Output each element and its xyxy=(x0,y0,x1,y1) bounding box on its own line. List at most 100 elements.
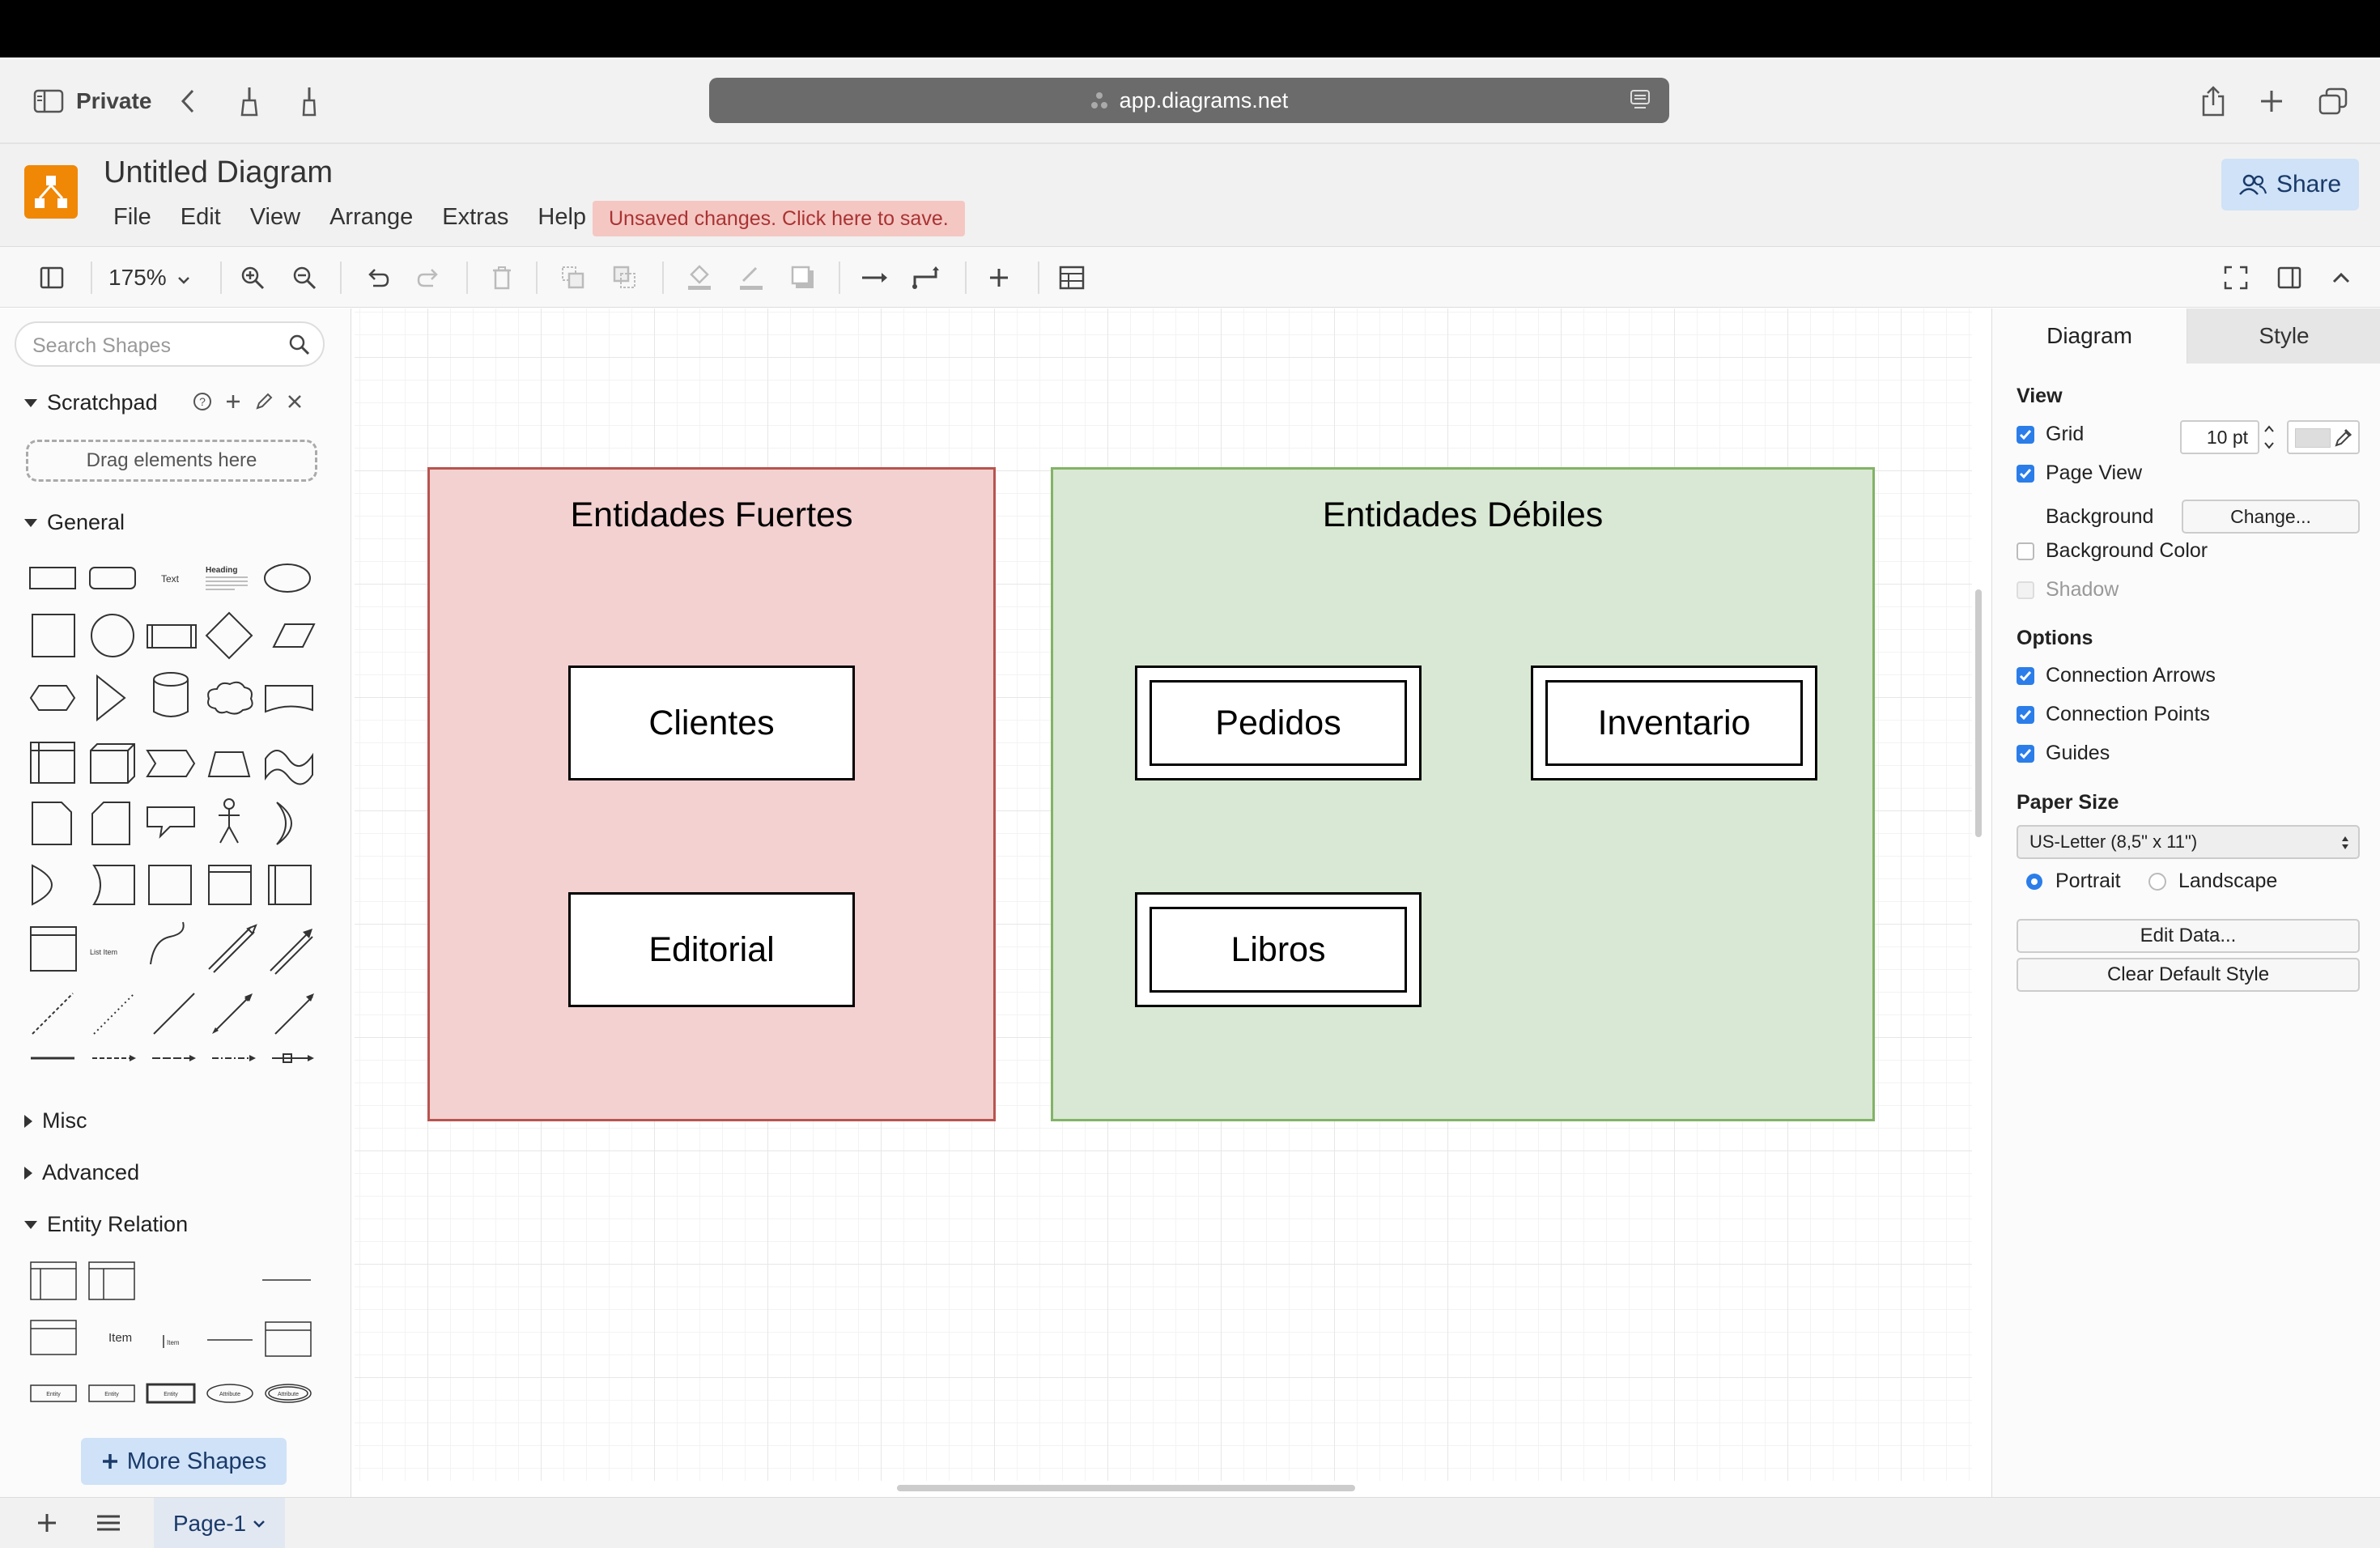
redo-icon[interactable] xyxy=(411,260,447,296)
menu-view[interactable]: View xyxy=(250,204,300,231)
zoom-in-icon[interactable] xyxy=(235,260,270,296)
general-section-header[interactable]: General xyxy=(24,510,125,535)
zoom-out-icon[interactable] xyxy=(287,260,322,296)
page-tab-label: Page-1 xyxy=(172,1510,247,1536)
address-bar[interactable]: app.diagrams.net xyxy=(709,78,1669,123)
format-panel-toggle-icon[interactable] xyxy=(34,260,70,296)
to-front-icon[interactable] xyxy=(555,260,591,296)
drawio-logo-icon[interactable] xyxy=(24,165,78,219)
shadow-icon[interactable] xyxy=(785,260,821,296)
tab-style[interactable]: Style xyxy=(2187,308,2380,364)
diagram-canvas[interactable]: Entidades Fuertes Clientes Editorial Ent… xyxy=(355,308,1972,1481)
grid-size-stepper[interactable] xyxy=(2263,420,2276,454)
weak-entities-container[interactable]: Entidades Débiles Pedidos Inventario Lib… xyxy=(1051,467,1875,1121)
grid-checkbox[interactable]: Grid xyxy=(2017,423,2084,446)
advanced-section-header[interactable]: Advanced xyxy=(24,1160,139,1185)
change-background-button[interactable]: Change... xyxy=(2182,500,2360,534)
entity-relation-title: Entity Relation xyxy=(47,1212,189,1236)
add-icon[interactable] xyxy=(223,392,243,411)
menu-edit[interactable]: Edit xyxy=(181,204,221,231)
item-shape-label: Item xyxy=(108,1331,132,1345)
edit-pencil-icon[interactable] xyxy=(254,392,274,411)
attribute-shape-label: Attribute xyxy=(278,1392,299,1397)
menu-help[interactable]: Help xyxy=(538,204,586,231)
broom-icon-2[interactable] xyxy=(290,82,329,121)
menu-arrange[interactable]: Arrange xyxy=(329,204,413,231)
insert-plus-icon[interactable] xyxy=(981,260,1017,296)
background-color-checkbox[interactable]: Background Color xyxy=(2017,539,2208,563)
collapse-up-icon[interactable] xyxy=(2323,260,2359,296)
delete-icon[interactable] xyxy=(484,260,520,296)
guides-checkbox[interactable]: Guides xyxy=(2017,742,2110,765)
general-shapes-palette[interactable]: Text Heading List Item xyxy=(24,551,332,1070)
strong-entities-container[interactable]: Entidades Fuertes Clientes Editorial xyxy=(427,467,996,1121)
unsaved-changes-notice[interactable]: Unsaved changes. Click here to save. xyxy=(593,201,965,236)
landscape-radio[interactable]: Landscape xyxy=(2148,870,2277,893)
scratchpad-drop-zone[interactable]: Drag elements here xyxy=(26,440,317,482)
weak-entity-libros[interactable]: Libros xyxy=(1135,892,1422,1007)
close-icon[interactable] xyxy=(285,392,304,411)
diagram-title[interactable]: Untitled Diagram xyxy=(104,155,333,190)
connection-points-checkbox[interactable]: Connection Points xyxy=(2017,703,2210,726)
edit-data-button[interactable]: Edit Data... xyxy=(2017,919,2360,953)
share-button[interactable]: Share xyxy=(2221,159,2359,211)
grid-color-picker[interactable] xyxy=(2287,420,2360,454)
page-view-checkbox[interactable]: Page View xyxy=(2017,461,2142,485)
clear-default-style-button[interactable]: Clear Default Style xyxy=(2017,958,2360,992)
zoom-dropdown[interactable]: 175% xyxy=(108,265,190,291)
table-icon[interactable] xyxy=(1054,260,1090,296)
search-shapes-input[interactable]: Search Shapes xyxy=(15,321,325,367)
page-tab-current[interactable]: Page-1 xyxy=(154,1498,285,1548)
vertical-scrollbar[interactable] xyxy=(1975,589,1982,837)
entity-clientes[interactable]: Clientes xyxy=(568,666,855,780)
connection-arrows-checkbox[interactable]: Connection Arrows xyxy=(2017,664,2216,687)
share-browser-icon[interactable] xyxy=(2194,82,2233,121)
shadow-checkbox[interactable]: Shadow xyxy=(2017,578,2119,602)
reader-icon[interactable] xyxy=(1629,88,1651,111)
expand-triangle-icon xyxy=(24,1114,32,1128)
more-shapes-button[interactable]: More Shapes xyxy=(81,1438,287,1485)
checkbox-checked-icon xyxy=(2017,464,2034,483)
search-icon[interactable] xyxy=(289,334,310,355)
line-color-icon[interactable] xyxy=(733,260,769,296)
entity-shape-label: Entity xyxy=(46,1392,61,1397)
horizontal-scrollbar[interactable] xyxy=(897,1485,1355,1491)
weak-entity-pedidos-label: Pedidos xyxy=(1150,680,1407,766)
grid-size-input[interactable]: 10 pt xyxy=(2180,420,2259,454)
connection-points-label: Connection Points xyxy=(2046,703,2210,725)
checkbox-checked-icon xyxy=(2017,744,2034,763)
back-icon[interactable] xyxy=(168,82,207,121)
entity-relation-palette[interactable]: Item Item Entity Entity Entity Attribute… xyxy=(24,1256,332,1426)
portrait-radio[interactable]: Portrait xyxy=(2025,870,2121,893)
menu-file[interactable]: File xyxy=(113,204,151,231)
misc-section-header[interactable]: Misc xyxy=(24,1108,87,1133)
tab-diagram[interactable]: Diagram xyxy=(1992,308,2187,364)
toolbar-divider xyxy=(662,262,664,294)
paper-size-select[interactable]: US-Letter (8,5" x 11") xyxy=(2017,825,2360,859)
sidebar-toggle-icon[interactable] xyxy=(29,82,68,121)
broom-icon[interactable] xyxy=(230,82,269,121)
connection-arrow-icon[interactable] xyxy=(856,260,892,296)
fill-color-icon[interactable] xyxy=(682,260,717,296)
to-back-icon[interactable] xyxy=(607,260,643,296)
add-page-icon[interactable] xyxy=(36,1512,58,1534)
fullscreen-icon[interactable] xyxy=(2218,260,2254,296)
tabs-overview-icon[interactable] xyxy=(2314,82,2352,121)
weak-entity-pedidos[interactable]: Pedidos xyxy=(1135,666,1422,780)
svg-text:?: ? xyxy=(199,395,206,408)
text-shape-label: Text xyxy=(161,573,180,585)
weak-entity-inventario[interactable]: Inventario xyxy=(1531,666,1817,780)
radio-selected-icon xyxy=(2025,872,2044,891)
entity-relation-section-header[interactable]: Entity Relation xyxy=(24,1212,188,1237)
heading-shape-label: Heading xyxy=(206,566,237,575)
new-tab-icon[interactable] xyxy=(2252,82,2291,121)
undo-icon[interactable] xyxy=(359,260,395,296)
pages-menu-icon[interactable] xyxy=(96,1513,121,1533)
weak-entity-libros-label: Libros xyxy=(1150,907,1407,993)
help-icon[interactable]: ? xyxy=(193,392,212,411)
format-panel-icon[interactable] xyxy=(2272,260,2307,296)
scratchpad-header[interactable]: Scratchpad xyxy=(24,390,158,415)
menu-extras[interactable]: Extras xyxy=(442,204,508,231)
entity-editorial[interactable]: Editorial xyxy=(568,892,855,1007)
waypoints-icon[interactable] xyxy=(908,260,944,296)
